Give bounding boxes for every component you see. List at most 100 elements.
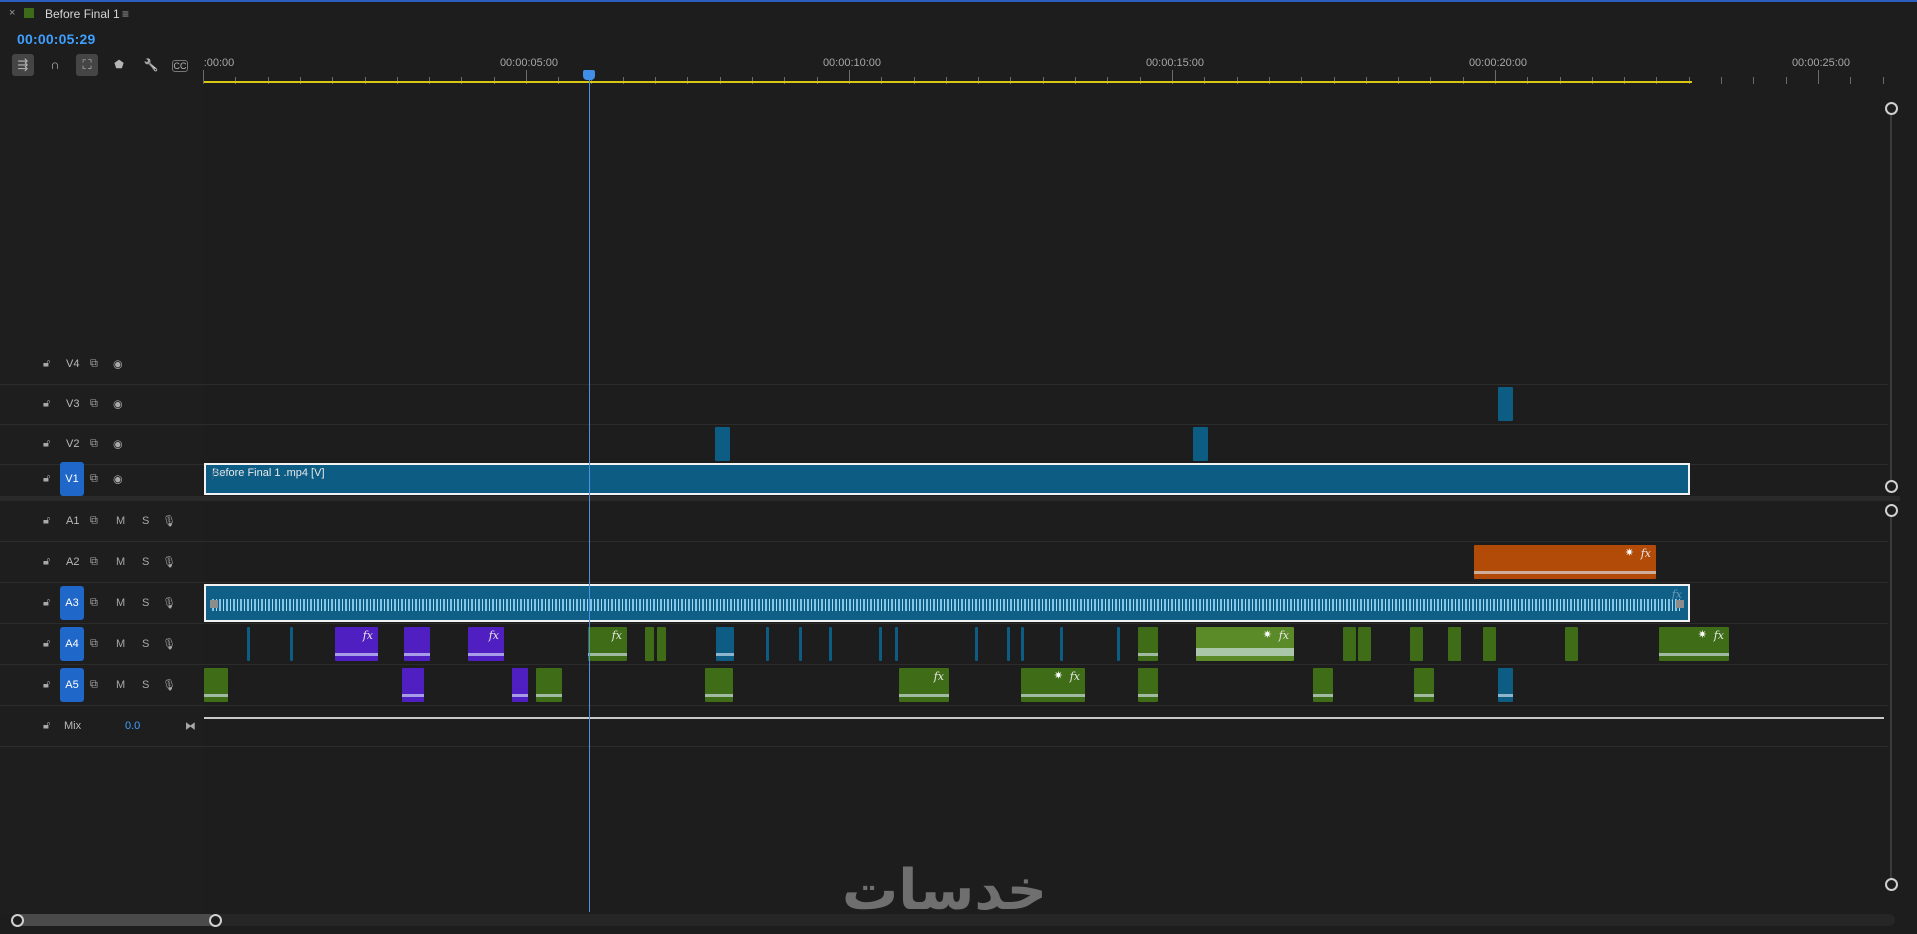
scroll-handle-icon[interactable] — [1885, 102, 1898, 115]
audio-clip[interactable] — [536, 668, 562, 702]
playhead-timecode[interactable]: 00:00:05:29 — [17, 31, 95, 47]
eye-icon[interactable]: ◉ — [113, 438, 123, 451]
audio-clip[interactable] — [247, 627, 250, 661]
audio-clip[interactable] — [766, 627, 769, 661]
v1-main-clip[interactable]: Before Final 1 .mp4 [V] fx — [204, 463, 1690, 495]
sync-lock-icon[interactable]: ⧉ — [90, 358, 98, 371]
audio-clip[interactable] — [1313, 668, 1333, 702]
microphone-icon[interactable]: 🎙︎ — [162, 679, 176, 692]
sync-lock-icon[interactable]: ⧉ — [90, 438, 98, 451]
close-tab-icon[interactable]: × — [9, 7, 15, 19]
audio-clip[interactable] — [1410, 627, 1423, 661]
captions-icon[interactable]: CC — [172, 60, 188, 72]
audio-clip[interactable] — [879, 627, 882, 661]
eye-icon[interactable]: ◉ — [113, 398, 123, 411]
microphone-icon[interactable]: 🎙︎ — [162, 556, 176, 569]
microphone-icon[interactable]: 🎙︎ — [162, 597, 176, 610]
audio-clip[interactable]: ✷ fx — [1196, 627, 1294, 661]
track-label-targeted[interactable]: A4 — [60, 627, 84, 661]
snap-icon[interactable]: ∩ — [44, 54, 66, 76]
microphone-icon[interactable]: 🎙︎ — [162, 515, 176, 528]
lock-icon[interactable]: 🔓︎ — [43, 473, 50, 486]
solo-button[interactable]: S — [142, 515, 149, 527]
mix-volume-line[interactable] — [204, 717, 1884, 719]
playhead-handle[interactable] — [583, 70, 595, 80]
eye-icon[interactable]: ◉ — [113, 473, 123, 486]
panel-menu-icon[interactable]: ≡ — [122, 7, 129, 21]
track-lane-a2[interactable]: ✷ fx — [203, 542, 1888, 582]
microphone-icon[interactable]: 🎙︎ — [162, 638, 176, 651]
audio-clip[interactable]: ✷ fx — [1659, 627, 1729, 661]
scroll-handle-icon[interactable] — [1885, 504, 1898, 517]
scroll-handle-icon[interactable] — [209, 914, 222, 927]
scroll-handle-icon[interactable] — [1885, 480, 1898, 493]
audio-clip[interactable] — [204, 668, 228, 702]
audio-clip[interactable] — [829, 627, 832, 661]
track-label-targeted[interactable]: V1 — [60, 462, 84, 496]
mute-button[interactable]: M — [116, 679, 125, 691]
audio-clip[interactable] — [705, 668, 733, 702]
audio-clip[interactable] — [1021, 627, 1024, 661]
track-lane-a1[interactable] — [203, 501, 1888, 541]
audio-clip[interactable] — [1138, 627, 1158, 661]
scroll-handle-icon[interactable] — [11, 914, 24, 927]
track-lane-v4[interactable] — [203, 344, 1888, 384]
audio-clip[interactable] — [1448, 627, 1461, 661]
mute-button[interactable]: M — [116, 515, 125, 527]
eye-icon[interactable]: ◉ — [113, 358, 123, 371]
lock-icon[interactable]: 🔓︎ — [43, 638, 50, 651]
audio-clip[interactable] — [1414, 668, 1434, 702]
track-label[interactable]: V2 — [66, 438, 79, 450]
solo-button[interactable]: S — [142, 679, 149, 691]
mix-volume-value[interactable]: 0.0 — [125, 720, 140, 732]
sync-lock-icon[interactable]: ⧉ — [90, 638, 98, 651]
audio-clip[interactable] — [404, 627, 430, 661]
audio-clip[interactable]: ✷ fx — [1474, 545, 1656, 579]
audio-scroll-track[interactable] — [1890, 510, 1892, 885]
track-lane-v3[interactable] — [203, 384, 1888, 424]
sync-lock-icon[interactable]: ⧉ — [90, 679, 98, 692]
add-marker-icon[interactable]: ⬟ — [108, 54, 130, 76]
track-label-targeted[interactable]: A3 — [60, 586, 84, 620]
track-label[interactable]: V4 — [66, 358, 79, 370]
track-lane-a5[interactable]: fx ✷ fx — [203, 665, 1888, 705]
work-area-bar[interactable] — [204, 81, 1692, 83]
keyframe-handle-icon[interactable] — [1676, 600, 1684, 608]
audio-clip[interactable] — [799, 627, 802, 661]
audio-clip[interactable] — [1060, 627, 1063, 661]
mute-button[interactable]: M — [116, 597, 125, 609]
video-scroll-track[interactable] — [1890, 110, 1892, 486]
linked-selection-icon[interactable]: ⛶ — [76, 54, 98, 76]
audio-clip[interactable]: fx — [335, 627, 378, 661]
sequence-tab-title[interactable]: Before Final 1 — [45, 7, 120, 21]
video-clip[interactable] — [715, 427, 730, 461]
solo-button[interactable]: S — [142, 638, 149, 650]
audio-clip[interactable] — [645, 627, 654, 661]
track-lane-a4[interactable]: fx fx fx ✷ fx ✷ fx — [203, 624, 1888, 664]
insert-overwrite-sequences-icon[interactable]: ⇶ — [12, 54, 34, 76]
scroll-handle-icon[interactable] — [1885, 878, 1898, 891]
timeline-settings-icon[interactable]: 🔧 — [140, 54, 162, 76]
audio-clip[interactable] — [1498, 668, 1513, 702]
video-clip[interactable] — [1193, 427, 1208, 461]
playhead-line[interactable] — [589, 77, 590, 912]
audio-clip[interactable] — [1343, 627, 1356, 661]
audio-clip[interactable] — [402, 668, 424, 702]
keyframe-handle-icon[interactable] — [210, 600, 218, 608]
lock-icon[interactable]: 🔓︎ — [43, 515, 50, 528]
lock-icon[interactable]: 🔓︎ — [43, 720, 50, 733]
audio-clip[interactable] — [975, 627, 978, 661]
lock-icon[interactable]: 🔓︎ — [43, 438, 50, 451]
sync-lock-icon[interactable]: ⧉ — [90, 556, 98, 569]
a3-main-audio-clip[interactable]: fx — [204, 584, 1690, 622]
lock-icon[interactable]: 🔓︎ — [43, 358, 50, 371]
sync-lock-icon[interactable]: ⧉ — [90, 515, 98, 528]
audio-clip[interactable] — [657, 627, 666, 661]
video-clip[interactable] — [1498, 387, 1513, 421]
track-label[interactable]: V3 — [66, 398, 79, 410]
go-to-next-edit-icon[interactable]: ⧓ — [185, 720, 196, 733]
audio-clip[interactable] — [1565, 627, 1578, 661]
audio-clip[interactable] — [512, 668, 528, 702]
solo-button[interactable]: S — [142, 556, 149, 568]
time-ruler[interactable]: :00:00 00:00:05:00 00:00:10:00 00:00:15:… — [203, 52, 1887, 84]
